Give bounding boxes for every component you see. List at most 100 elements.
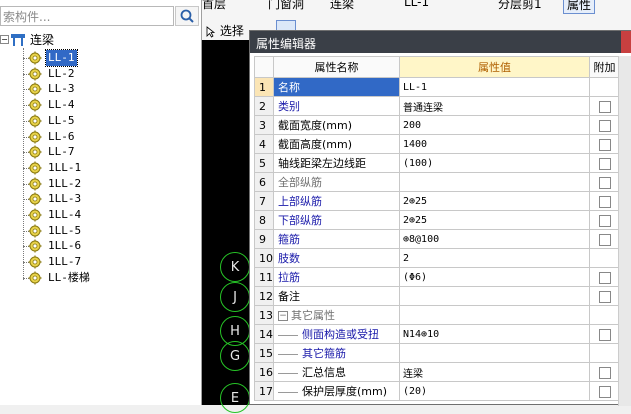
extra-checkbox[interactable]: [598, 328, 611, 341]
property-value[interactable]: 200: [399, 115, 590, 135]
property-name-text: 其它属性: [291, 309, 335, 322]
tree-item-label: LL-楼梯: [48, 270, 90, 284]
extra-checkbox[interactable]: [598, 176, 611, 189]
property-row[interactable]: 14 侧面构造或受扭 N14⊕10: [254, 324, 620, 344]
dialog-title: 属性编辑器: [256, 37, 317, 51]
collapse-icon[interactable]: −: [278, 311, 288, 321]
extra-checkbox[interactable]: [598, 138, 611, 151]
vertical-scrollbar[interactable]: [618, 56, 631, 406]
extra-cell: [589, 172, 620, 192]
extra-checkbox[interactable]: [598, 271, 611, 284]
toolbar-dropdown[interactable]: LL-1: [404, 0, 429, 9]
property-row[interactable]: 12 备注: [254, 286, 620, 306]
header-extra[interactable]: 附加: [589, 56, 620, 78]
property-row[interactable]: 3 截面宽度(mm) 200: [254, 115, 620, 135]
search-input[interactable]: 索构件...: [0, 6, 174, 26]
property-row[interactable]: 2 类别 普通连梁: [254, 96, 620, 116]
property-value[interactable]: (100): [399, 153, 590, 173]
property-row[interactable]: 6 全部纵筋: [254, 172, 620, 192]
component-icon: [28, 192, 42, 206]
property-value[interactable]: [399, 286, 590, 306]
row-number: 11: [254, 267, 274, 287]
component-tree-panel: 索构件... − 连梁 LL-1 LL-2 LL-3 LL-4 LL-5 LL-6 LL-7…: [0, 0, 202, 405]
property-row[interactable]: 17 保护层厚度(mm) (20): [254, 381, 620, 401]
property-value[interactable]: 1400: [399, 134, 590, 154]
close-button[interactable]: [621, 31, 631, 53]
property-value[interactable]: 普通连梁: [399, 96, 590, 116]
property-row[interactable]: 16 汇总信息 连梁: [254, 362, 620, 382]
header-num: [254, 56, 274, 78]
dialog-titlebar[interactable]: 属性编辑器: [250, 31, 631, 53]
property-name: 汇总信息: [273, 362, 400, 382]
property-row[interactable]: 13− 其它属性: [254, 305, 620, 325]
component-icon: [28, 208, 42, 222]
extra-checkbox[interactable]: [598, 195, 611, 208]
property-value[interactable]: LL-1: [399, 77, 590, 97]
header-value[interactable]: 属性值: [399, 56, 590, 78]
row-number: 3: [254, 115, 274, 135]
property-row[interactable]: 1 名称 LL-1: [254, 77, 620, 97]
property-value[interactable]: N14⊕10: [399, 324, 590, 344]
property-row[interactable]: 8 下部纵筋 2⊕25: [254, 210, 620, 230]
property-name: 备注: [273, 286, 400, 306]
property-value[interactable]: 2⊕25: [399, 191, 590, 211]
extra-checkbox[interactable]: [598, 119, 611, 132]
row-number: 14: [254, 324, 274, 344]
property-value[interactable]: 2⊕25: [399, 210, 590, 230]
property-name: 侧面构造或受扭: [273, 324, 400, 344]
search-icon: [180, 9, 194, 23]
tree-item-label: 1LL-4: [48, 208, 82, 221]
extra-checkbox[interactable]: [598, 100, 611, 113]
toolbar-dropdown[interactable]: 首层: [202, 0, 226, 12]
extra-checkbox[interactable]: [598, 385, 611, 398]
property-value[interactable]: 2: [399, 248, 590, 268]
extra-checkbox[interactable]: [598, 366, 611, 379]
row-number: 10: [254, 248, 274, 268]
property-value[interactable]: (20): [399, 381, 590, 401]
property-row[interactable]: 15 其它箍筋: [254, 343, 620, 363]
extra-checkbox[interactable]: [598, 233, 611, 246]
property-value[interactable]: [399, 305, 590, 325]
header-name[interactable]: 属性名称: [273, 56, 400, 78]
toolbar-dropdown[interactable]: 门窗洞: [268, 0, 304, 12]
extra-cell: [589, 343, 620, 363]
property-name-text: 上部纵筋: [278, 195, 322, 208]
property-row[interactable]: 4 截面高度(mm) 1400: [254, 134, 620, 154]
search-bar: 索构件...: [0, 6, 200, 28]
property-value[interactable]: [399, 343, 590, 363]
extra-cell: [589, 153, 620, 173]
tree-item-label: 1LL-7: [48, 255, 82, 269]
extra-cell: [589, 324, 620, 344]
row-number: 16: [254, 362, 274, 382]
property-name-text: 汇总信息: [302, 366, 346, 379]
extra-checkbox[interactable]: [598, 157, 611, 170]
property-value[interactable]: (Φ6): [399, 267, 590, 287]
property-row[interactable]: 10 肢数 2: [254, 248, 620, 268]
toolbar-dropdown[interactable]: 连梁: [330, 0, 354, 12]
collapse-icon[interactable]: −: [0, 35, 9, 44]
extra-checkbox[interactable]: [598, 290, 611, 303]
axis-marker: E: [220, 383, 250, 413]
extra-checkbox[interactable]: [598, 214, 611, 227]
property-row[interactable]: 7 上部纵筋 2⊕25: [254, 191, 620, 211]
property-value[interactable]: ⊕8@100: [399, 229, 590, 249]
toolbar-dropdown[interactable]: 属性: [563, 0, 596, 14]
extra-cell: [589, 381, 620, 401]
component-icon: [28, 130, 42, 143]
row-number: 6: [254, 172, 274, 192]
property-name: 其它箍筋: [273, 343, 400, 363]
search-button[interactable]: [175, 6, 199, 26]
property-row[interactable]: 11 拉筋 (Φ6): [254, 267, 620, 287]
tree-line: [278, 353, 298, 355]
extra-cell: [589, 134, 620, 154]
property-row[interactable]: 9 箍筋 ⊕8@100: [254, 229, 620, 249]
property-row[interactable]: 5 轴线距梁左边线距 (100): [254, 153, 620, 173]
extra-cell: [589, 305, 620, 325]
extra-cell: [589, 229, 620, 249]
select-tool[interactable]: 选择: [206, 22, 244, 38]
property-value[interactable]: [399, 172, 590, 192]
row-number: 2: [254, 96, 274, 116]
property-value[interactable]: 连梁: [399, 362, 590, 382]
property-name-text: 拉筋: [278, 271, 300, 284]
toolbar-dropdown[interactable]: 分层剪1: [498, 0, 542, 12]
